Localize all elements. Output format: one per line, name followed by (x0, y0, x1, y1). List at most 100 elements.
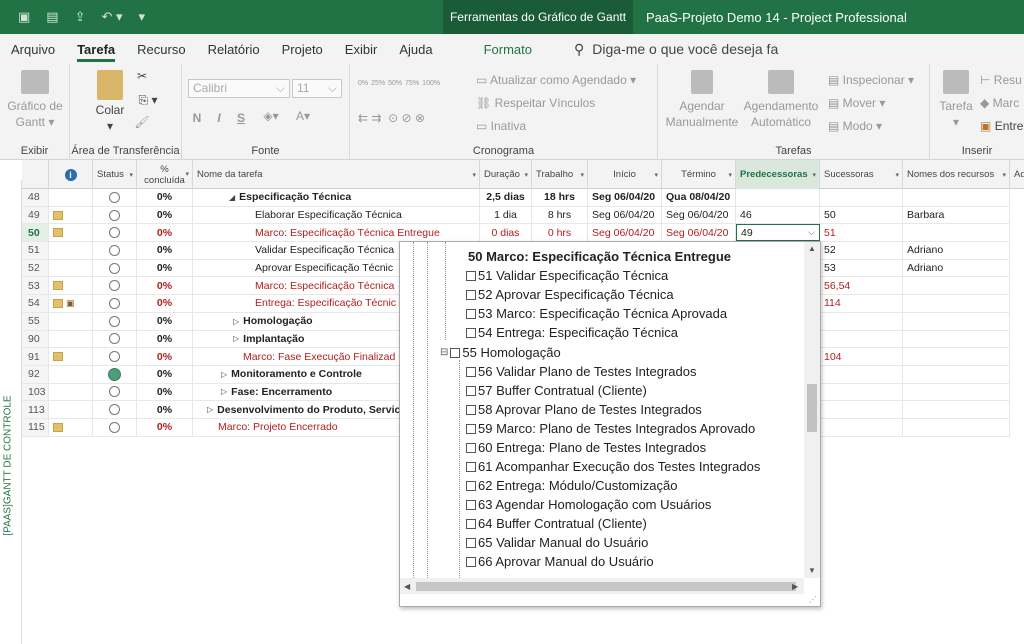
column-status[interactable]: Status ▾ (93, 160, 137, 189)
checkbox[interactable] (466, 404, 476, 415)
note-icon[interactable] (53, 352, 63, 362)
font-name-select[interactable]: Calibri ⌵ (188, 79, 290, 98)
row-start[interactable]: Seg 06/04/20 (588, 189, 662, 206)
pct-50-button[interactable]: 50% (388, 76, 402, 92)
dropdown-item[interactable]: 51 Validar Especificação Técnica (466, 266, 668, 285)
expand-icon[interactable]: ▷ (233, 317, 239, 326)
row-finish[interactable]: Qua 08/04/20 (662, 189, 736, 206)
note-icon[interactable] (53, 228, 63, 238)
column-duration[interactable]: Duração ▾ (480, 160, 532, 189)
row-id[interactable]: 103 (22, 383, 49, 401)
dropdown-item[interactable]: 61 Acompanhar Execução dos Testes Integr… (466, 457, 760, 476)
select-all-corner[interactable] (22, 160, 49, 189)
row-successors[interactable] (820, 189, 903, 206)
row-start[interactable]: Seg 06/04/20 (588, 206, 662, 224)
checkbox[interactable] (466, 499, 476, 510)
checkbox[interactable] (466, 308, 476, 319)
row-name[interactable]: ◢ Especificação Técnica (193, 189, 480, 206)
row-successors[interactable]: 53 (820, 259, 903, 277)
row-duration[interactable]: 0 dias (480, 224, 532, 242)
italic-button[interactable]: I (212, 110, 226, 126)
row-start[interactable]: Seg 06/04/20 (588, 224, 662, 242)
row-id[interactable]: 55 (22, 312, 49, 330)
row-pct[interactable]: 0% (137, 206, 193, 224)
row-resources[interactable] (903, 189, 1010, 206)
column-resources[interactable]: Nomes dos recursos ▾ (903, 160, 1010, 189)
column-start[interactable]: Início ▾ (588, 160, 662, 189)
row-successors[interactable] (820, 365, 903, 383)
dropdown-item[interactable]: 56 Validar Plano de Testes Integrados (466, 362, 697, 381)
tab-recurso[interactable]: Recurso (126, 34, 196, 64)
collapse-minus-icon[interactable]: ⊟ (440, 347, 448, 358)
cut-icon[interactable]: ✂ (134, 68, 150, 84)
row-pct[interactable]: 0% (137, 348, 193, 365)
row-resources[interactable] (903, 365, 1010, 383)
collapse-icon[interactable]: ◢ (229, 193, 235, 202)
resize-grip-icon[interactable]: ⋰ (809, 595, 817, 604)
dropdown-item[interactable]: 63 Agendar Homologação com Usuários (466, 495, 711, 514)
column-indicators[interactable]: i (49, 160, 93, 189)
row-id[interactable]: 54 (22, 295, 49, 312)
row-id[interactable]: 51 (22, 242, 49, 259)
row-pct[interactable]: 0% (137, 224, 193, 242)
row-resources[interactable] (903, 348, 1010, 365)
dropdown-item[interactable]: 54 Entrega: Especificação Técnica (466, 323, 678, 342)
row-resources[interactable] (903, 330, 1010, 348)
row-resources[interactable] (903, 277, 1010, 295)
dropdown-item[interactable]: 59 Marco: Plano de Testes Integrados Apr… (466, 419, 755, 438)
copy-icon[interactable]: ⎘ ▾ (134, 92, 162, 108)
dropdown-item[interactable]: 60 Entrega: Plano de Testes Integrados (466, 438, 706, 457)
inspect-button[interactable]: ▤ Inspecionar ▾ (828, 72, 928, 88)
row-duration[interactable]: 2,5 dias (480, 189, 532, 206)
row-successors[interactable]: 56,54 (820, 277, 903, 295)
table-row-selected[interactable]: 50 0% Marco: Especificação Técnica Entre… (22, 224, 1010, 243)
table-row[interactable]: 48 0% ◢ Especificação Técnica 2,5 dias 18… (22, 189, 1010, 207)
row-pct[interactable]: 0% (137, 312, 193, 330)
checkbox[interactable] (466, 270, 476, 281)
row-pct[interactable]: 0% (137, 295, 193, 312)
row-work[interactable]: 0 hrs (532, 224, 588, 242)
underline-button[interactable]: S (234, 110, 248, 126)
row-id[interactable]: 53 (22, 277, 49, 295)
format-painter-icon[interactable]: 🖌 (134, 114, 150, 130)
expand-icon[interactable]: ▷ (207, 405, 213, 414)
row-successors[interactable] (820, 418, 903, 436)
row-pct[interactable]: 0% (137, 383, 193, 401)
pct-75-button[interactable]: 75% (405, 76, 419, 92)
dropdown-item[interactable]: 57 Buffer Contratual (Cliente) (466, 381, 647, 400)
checkbox[interactable] (466, 327, 476, 338)
checkbox[interactable] (466, 366, 476, 377)
font-size-select[interactable]: 11 ⌵ (292, 79, 342, 98)
row-finish[interactable]: Seg 06/04/20 (662, 224, 736, 242)
row-name[interactable]: Marco: Especificação Técnica Entregue (193, 224, 480, 242)
column-successors[interactable]: Sucessoras ▾ (820, 160, 903, 189)
manual-schedule-button[interactable]: Agendar Manualmente (664, 70, 740, 130)
checkbox[interactable] (466, 518, 476, 529)
respect-links-button[interactable]: ⛓ Respeitar Vínculos (476, 95, 656, 111)
row-pct[interactable]: 0% (137, 418, 193, 436)
checkbox[interactable] (466, 480, 476, 491)
tab-exibir[interactable]: Exibir (334, 34, 389, 64)
checkbox[interactable] (466, 423, 476, 434)
row-resources[interactable]: Adriano (903, 259, 1010, 277)
note-icon[interactable] (53, 298, 63, 308)
pct-100-button[interactable]: 100% (422, 76, 440, 92)
tab-formato[interactable]: Formato (462, 34, 554, 64)
pct-0-button[interactable]: 0% (358, 76, 368, 92)
predecessors-edit-field[interactable]: 49 ⌵ (736, 224, 820, 242)
dropdown-item[interactable]: 50 Marco: Especificação Técnica Entregue (468, 247, 731, 266)
gantt-chart-button[interactable]: Gráfico de Gantt ▾ (2, 70, 68, 130)
auto-schedule-button[interactable]: Agendamento Automático (742, 70, 820, 130)
scroll-thumb[interactable] (416, 582, 796, 591)
insert-task-button[interactable]: Tarefa ▾ (936, 70, 976, 130)
row-id[interactable]: 50 (22, 224, 49, 242)
row-resources[interactable] (903, 224, 1010, 242)
save-baseline-icon[interactable]: ▤ (46, 9, 58, 25)
row-resources[interactable] (903, 418, 1010, 436)
row-successors[interactable] (820, 383, 903, 401)
save-icon[interactable]: ▣ (18, 9, 30, 25)
milestone-button[interactable]: ◆ Marc (980, 95, 1024, 111)
scroll-down-icon[interactable]: ▼ (808, 566, 816, 575)
row-successors[interactable] (820, 312, 903, 330)
dropdown-item[interactable]: 65 Validar Manual do Usuário (466, 533, 648, 552)
